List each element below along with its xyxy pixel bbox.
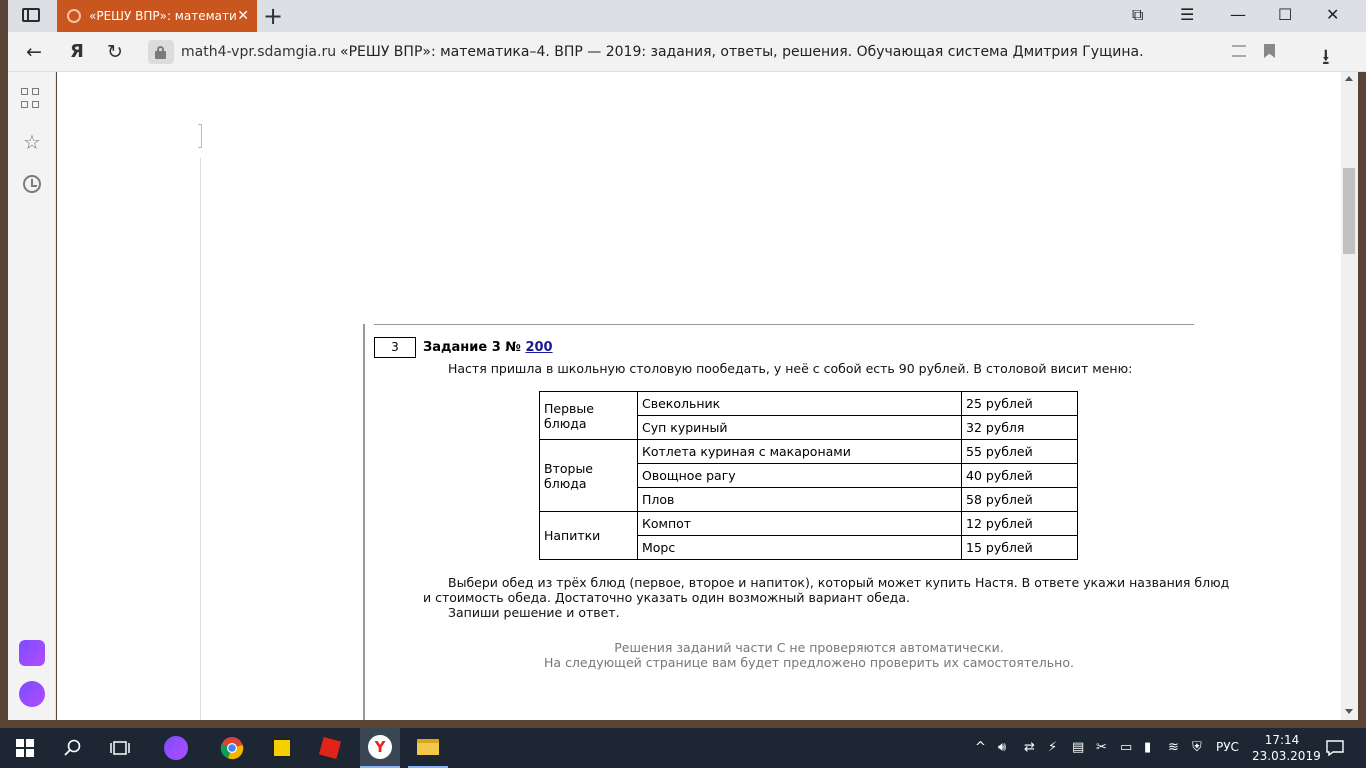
teamviewer-icon[interactable]: ⇄	[1024, 740, 1035, 755]
check-note: Решения заданий части С не проверяются а…	[429, 640, 1189, 670]
category-first: Первые блюда	[539, 391, 638, 440]
alice-app-icon[interactable]	[19, 640, 45, 666]
dish-cell: Компот	[637, 511, 962, 536]
dish-cell: Свекольник	[637, 391, 962, 416]
address-bar: ← Я ↻ math4-vpr.sdamgia.ru «РЕШУ ВПР»: м…	[8, 32, 1366, 72]
task-question-line2: и стоимость обеда. Достаточно указать од…	[423, 590, 910, 605]
browser-titlebar: «РЕШУ ВПР»: математи ✕ + ⧉ ☰ — ☐ ✕	[8, 0, 1366, 32]
reader-mode-icon[interactable]	[1232, 45, 1246, 57]
price-cell: 40 рублей	[961, 463, 1078, 488]
chrome-icon[interactable]	[214, 728, 250, 768]
scroll-up-arrow-icon[interactable]	[1345, 76, 1353, 81]
back-arrow-icon[interactable]: ←	[26, 41, 42, 63]
apps-grid-icon[interactable]	[21, 88, 43, 110]
page-edge-mark	[198, 124, 202, 148]
storage-icon[interactable]: ▤	[1072, 740, 1084, 755]
table-row: Первые блюда Свекольник 25 рублей	[539, 391, 1078, 440]
price-cell: 32 рубля	[961, 415, 1078, 440]
tabs-manager-icon[interactable]: ⧉	[1132, 5, 1143, 25]
reload-icon[interactable]: ↻	[107, 41, 123, 63]
note-line-2: На следующей странице вам будет предложе…	[544, 655, 1074, 670]
dish-cell: Плов	[637, 487, 962, 512]
notifications-icon[interactable]	[1320, 728, 1350, 768]
alice-taskbar-icon[interactable]	[158, 728, 194, 768]
dish-cell: Котлета куриная с макаронами	[637, 439, 962, 464]
task-title-prefix: Задание 3 №	[423, 340, 521, 355]
task-number-box: 3	[374, 337, 416, 358]
tab-close-icon[interactable]: ✕	[237, 8, 249, 24]
tab-favicon-icon	[67, 9, 81, 23]
volume-icon[interactable]: 🔊︎	[998, 740, 1006, 755]
clock-time: 17:14	[1264, 733, 1300, 747]
task-title: Задание 3 № 200	[423, 340, 553, 355]
table-row: Вторые блюда Котлета куриная с макаронам…	[539, 439, 1078, 512]
network-off-icon[interactable]: ⚡︎	[1048, 740, 1057, 755]
alice-assistant-icon[interactable]	[19, 681, 45, 707]
yandex-icon[interactable]: Я	[70, 41, 84, 62]
new-tab-button[interactable]: +	[263, 2, 283, 30]
url-host: math4-vpr.sdamgia.ru	[181, 44, 337, 60]
task-id-link[interactable]: 200	[525, 340, 552, 355]
task-intro: Настя пришла в школьную столовую пообеда…	[448, 361, 1133, 376]
display-icon[interactable]: ▭	[1120, 740, 1132, 755]
price-cell: 12 рублей	[961, 511, 1078, 536]
dish-cell: Морс	[637, 535, 962, 560]
sidebar-toggle-icon[interactable]	[22, 8, 40, 22]
search-icon[interactable]	[56, 728, 90, 768]
page-content: 3 Задание 3 № 200 Настя пришла в школьну…	[57, 72, 1341, 720]
maximize-button[interactable]: ☐	[1278, 5, 1292, 24]
task-instruction: Запиши решение и ответ.	[448, 605, 620, 620]
file-explorer-icon[interactable]	[408, 728, 448, 768]
page-left-divider	[200, 158, 201, 720]
price-cell: 15 рублей	[961, 535, 1078, 560]
star-icon[interactable]: ☆	[21, 130, 43, 154]
task-divider	[374, 324, 1194, 325]
menu-icon[interactable]: ☰	[1180, 5, 1194, 24]
yandex-browser-taskbar-icon[interactable]: Y	[360, 728, 400, 768]
clock-date: 23.03.2019	[1252, 749, 1321, 763]
content-left-border	[363, 324, 365, 720]
roblox-icon[interactable]	[312, 728, 348, 768]
price-cell: 55 рублей	[961, 439, 1078, 464]
close-window-button[interactable]: ✕	[1326, 5, 1339, 24]
tray-expand-icon[interactable]: ^	[975, 740, 986, 755]
notes-app-icon[interactable]	[264, 728, 300, 768]
scroll-down-arrow-icon[interactable]	[1345, 709, 1353, 714]
category-drinks: Напитки	[539, 511, 638, 560]
lock-icon[interactable]	[148, 40, 174, 64]
history-clock-icon[interactable]	[23, 175, 41, 193]
tools-icon[interactable]: ✂︎	[1096, 740, 1107, 755]
language-indicator[interactable]: РУС	[1216, 740, 1239, 754]
url-field[interactable]: math4-vpr.sdamgia.ru «РЕШУ ВПР»: математ…	[148, 38, 1278, 66]
scroll-thumb[interactable]	[1343, 168, 1355, 254]
category-second: Вторые блюда	[539, 439, 638, 512]
note-line-1: Решения заданий части С не проверяются а…	[614, 640, 1004, 655]
price-cell: 58 рублей	[961, 487, 1078, 512]
dish-cell: Суп куриный	[637, 415, 962, 440]
browser-tab-active[interactable]: «РЕШУ ВПР»: математи ✕	[57, 0, 257, 32]
windows-taskbar: Y ^ 🔊︎ ⇄ ⚡︎ ▤ ✂︎ ▭ ▮ ≋ ⛨ РУС 17:14 23.03…	[0, 728, 1366, 768]
windows-start-icon[interactable]	[8, 728, 42, 768]
page-scrollbar[interactable]	[1341, 72, 1358, 720]
security-shield-icon[interactable]: ⛨	[1192, 740, 1202, 755]
price-cell: 25 рублей	[961, 391, 1078, 416]
minimize-button[interactable]: —	[1230, 5, 1246, 24]
menu-table: Первые блюда Свекольник 25 рублей Суп ку…	[539, 391, 1078, 560]
dish-cell: Овощное рагу	[637, 463, 962, 488]
tab-title: «РЕШУ ВПР»: математи	[89, 9, 237, 23]
wifi-icon[interactable]: ≋	[1168, 740, 1179, 755]
url-page-title: «РЕШУ ВПР»: математика–4. ВПР — 2019: за…	[340, 44, 1144, 60]
task-view-icon[interactable]	[103, 728, 137, 768]
clock[interactable]: 17:14 23.03.2019	[1252, 732, 1321, 764]
browser-sidebar: ☆	[8, 72, 56, 720]
battery-icon[interactable]: ▮	[1144, 740, 1151, 755]
task-question-line1: Выбери обед из трёх блюд (первое, второе…	[448, 575, 1230, 590]
table-row: Напитки Компот 12 рублей	[539, 511, 1078, 560]
